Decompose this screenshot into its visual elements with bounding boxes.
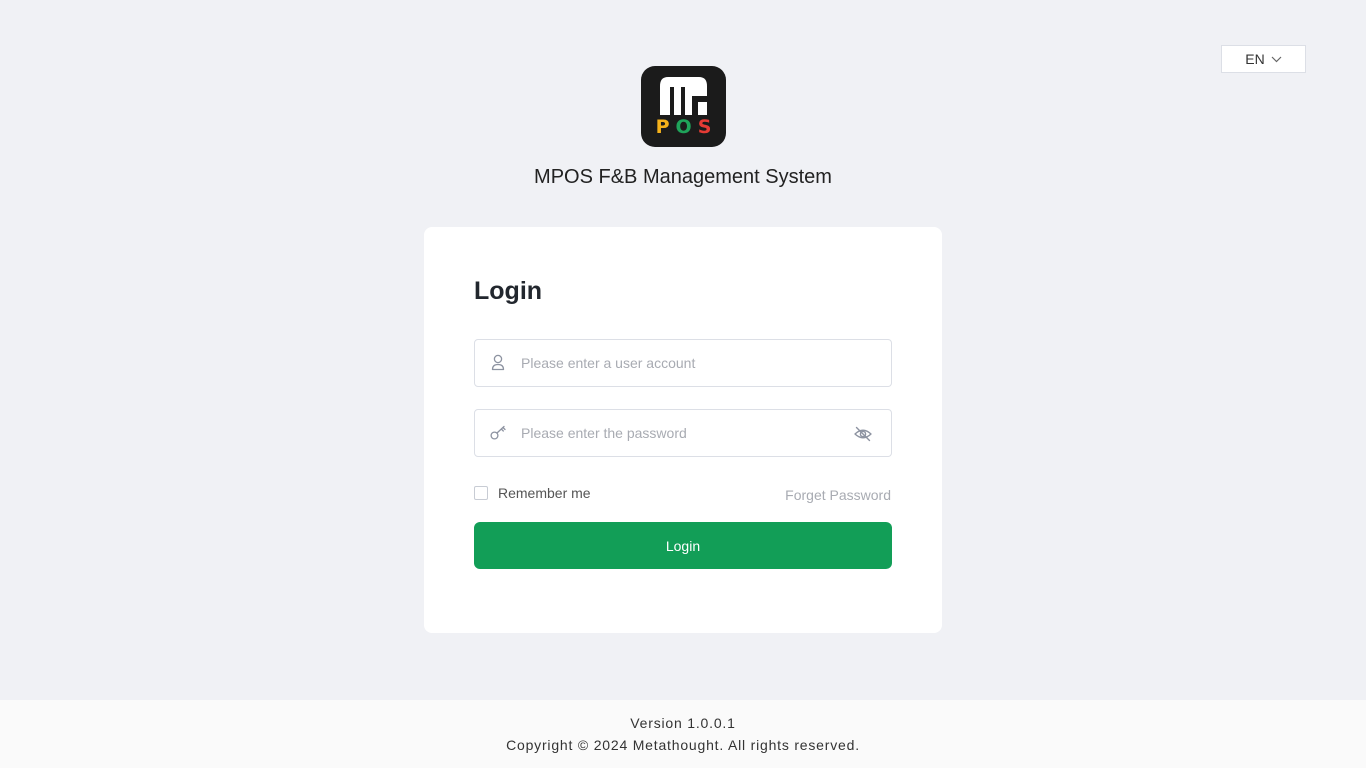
account-input[interactable] (521, 340, 841, 386)
footer: Version 1.0.0.1 Copyright © 2024 Metatho… (0, 700, 1366, 768)
logo-letter-p: P (655, 116, 670, 138)
remember-label: Remember me (498, 485, 591, 501)
remember-checkbox[interactable] (474, 486, 488, 500)
login-title: Login (474, 277, 543, 305)
version-text: Version 1.0.0.1 (630, 715, 736, 731)
app-logo: P O S (641, 66, 726, 147)
language-select[interactable]: EN (1221, 45, 1306, 73)
logo-letter-s: S (697, 116, 712, 138)
language-value: EN (1245, 51, 1265, 67)
logo-letter-o: O (675, 116, 692, 138)
logo-mark-icon (660, 77, 707, 115)
user-icon (491, 354, 505, 371)
login-card: Login Remember me Forget Password Login (424, 227, 942, 633)
copyright-text: Copyright © 2024 Metathought. All rights… (506, 737, 860, 753)
logo-letters: P O S (641, 118, 726, 137)
chevron-down-icon (1271, 56, 1282, 62)
key-icon (490, 425, 506, 440)
app-title: MPOS F&B Management System (534, 166, 832, 188)
password-input[interactable] (521, 410, 841, 456)
login-button[interactable]: Login (474, 522, 892, 569)
forget-password-link[interactable]: Forget Password (785, 487, 891, 503)
account-field[interactable] (474, 339, 892, 387)
eye-off-icon[interactable] (853, 424, 873, 444)
remember-me[interactable]: Remember me (474, 485, 591, 501)
password-field[interactable] (474, 409, 892, 457)
